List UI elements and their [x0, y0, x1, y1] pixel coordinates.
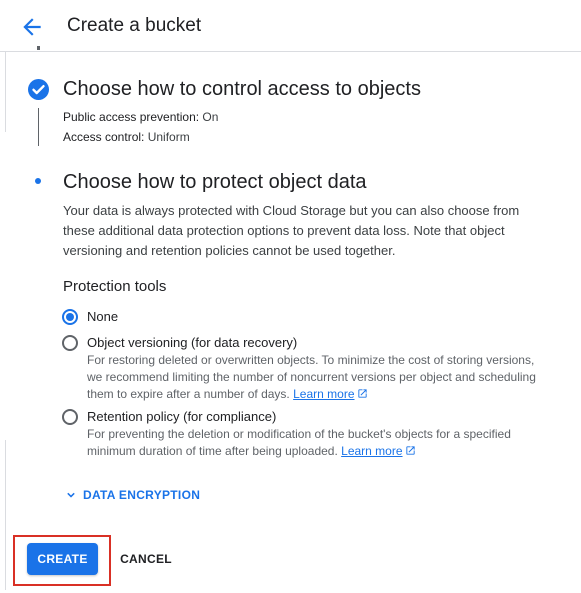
step-protect-title[interactable]: Choose how to protect object data: [63, 171, 367, 194]
stepper-connector: [37, 46, 40, 50]
option-none-label[interactable]: None: [87, 309, 118, 324]
learn-more-link[interactable]: Learn more: [341, 444, 402, 458]
public-access-summary: Public access prevention: On: [63, 110, 218, 124]
option-versioning-help: For restoring deleted or overwritten obj…: [87, 352, 547, 403]
protection-tools-heading: Protection tools: [63, 278, 167, 295]
access-control-label: Access control:: [63, 130, 145, 144]
step-current-dot-icon: [35, 178, 41, 184]
page-title: Create a bucket: [67, 15, 202, 36]
step-complete-check-icon: [28, 79, 49, 100]
external-link-icon[interactable]: [405, 445, 416, 456]
cancel-button[interactable]: CANCEL: [116, 543, 176, 575]
panel-edge: [5, 52, 6, 132]
option-versioning-label[interactable]: Object versioning (for data recovery): [87, 335, 297, 350]
learn-more-link[interactable]: Learn more: [293, 387, 354, 401]
data-encryption-toggle[interactable]: DATA ENCRYPTION: [64, 486, 200, 504]
chevron-down-icon: [67, 492, 75, 498]
stepper-connector: [38, 108, 39, 146]
step-protect-description: Your data is always protected with Cloud…: [63, 203, 520, 258]
step-access-title[interactable]: Choose how to control access to objects: [63, 78, 421, 101]
create-button[interactable]: CREATE: [27, 543, 98, 575]
data-encryption-label: DATA ENCRYPTION: [83, 488, 201, 502]
option-retention-help-text: For preventing the deletion or modificat…: [87, 427, 511, 458]
public-access-label: Public access prevention:: [63, 110, 200, 124]
radio-object-versioning[interactable]: [62, 335, 78, 351]
option-retention-help: For preventing the deletion or modificat…: [87, 426, 547, 460]
app-header: Create a bucket: [0, 0, 581, 52]
access-control-summary: Access control: Uniform: [63, 130, 190, 144]
public-access-value: On: [202, 110, 219, 124]
radio-none[interactable]: [62, 309, 78, 325]
option-retention-label[interactable]: Retention policy (for compliance): [87, 409, 276, 424]
panel-edge: [5, 440, 6, 590]
back-arrow-icon[interactable]: [19, 14, 45, 40]
radio-retention-policy[interactable]: [62, 409, 78, 425]
external-link-icon[interactable]: [357, 388, 368, 399]
access-control-value: Uniform: [147, 130, 190, 144]
